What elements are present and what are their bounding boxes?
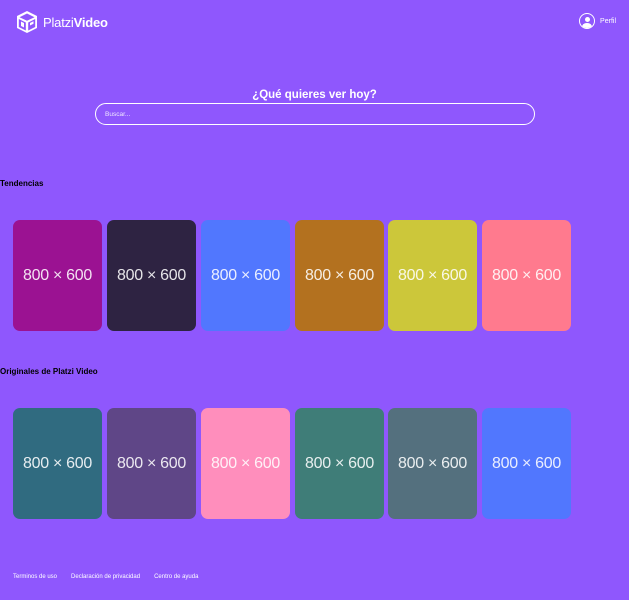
logo-text-light: Platzi [43, 14, 74, 30]
carousel-item[interactable]: 800 × 600 [107, 220, 196, 331]
footer-link-privacy[interactable]: Declaración de privacidad [71, 574, 140, 580]
carousel-item-label: 800 × 600 [117, 266, 186, 284]
carousel-item[interactable]: 800 × 600 [388, 220, 477, 331]
carousel-item[interactable]: 800 × 600 [13, 220, 102, 331]
carousel-item-label: 800 × 600 [117, 454, 186, 472]
carousel-trends: 800 × 600 800 × 600 800 × 600 800 × 600 … [13, 220, 583, 331]
carousel-item[interactable]: 800 × 600 [13, 408, 102, 519]
section-title-originals: Originales de Platzi Video [0, 367, 98, 376]
carousel-item-label: 800 × 600 [23, 454, 92, 472]
carousel-item-label: 800 × 600 [23, 266, 92, 284]
header: PlatziVideo Perfil [0, 0, 629, 44]
profile-menu[interactable]: Perfil [579, 13, 616, 29]
profile-label: Perfil [600, 17, 616, 25]
cube-logo-icon [17, 11, 37, 33]
carousel-item[interactable]: 800 × 600 [201, 220, 290, 331]
footer: Terminos de uso Declaración de privacida… [13, 574, 212, 580]
carousel-item-label: 800 × 600 [211, 266, 280, 284]
search-input[interactable] [95, 103, 535, 125]
carousel-item-label: 800 × 600 [305, 454, 374, 472]
carousel-item-label: 800 × 600 [211, 454, 280, 472]
carousel-item[interactable]: 800 × 600 [482, 220, 571, 331]
hero-title: ¿Qué quieres ver hoy? [252, 89, 377, 101]
carousel-item[interactable]: 800 × 600 [107, 408, 196, 519]
user-avatar-icon [579, 13, 596, 29]
carousel-item[interactable]: 800 × 600 [295, 220, 384, 331]
section-title-trends: Tendencias [0, 179, 44, 188]
carousel-item-label: 800 × 600 [492, 266, 561, 284]
logo-text: PlatziVideo [43, 15, 108, 30]
carousel-item[interactable]: 800 × 600 [201, 408, 290, 519]
carousel-originals: 800 × 600 800 × 600 800 × 600 800 × 600 … [13, 408, 583, 519]
carousel-item[interactable]: 800 × 600 [482, 408, 571, 519]
carousel-item[interactable]: 800 × 600 [388, 408, 477, 519]
footer-link-terms[interactable]: Terminos de uso [13, 574, 57, 580]
logo-text-bold: Video [73, 14, 108, 30]
carousel-item-label: 800 × 600 [305, 266, 374, 284]
carousel-item-label: 800 × 600 [398, 266, 467, 284]
platzi-video-logo[interactable]: PlatziVideo [15, 10, 108, 34]
footer-link-help[interactable]: Centro de ayuda [154, 574, 198, 580]
carousel-item-label: 800 × 600 [492, 454, 561, 472]
carousel-item-label: 800 × 600 [398, 454, 467, 472]
carousel-item[interactable]: 800 × 600 [295, 408, 384, 519]
